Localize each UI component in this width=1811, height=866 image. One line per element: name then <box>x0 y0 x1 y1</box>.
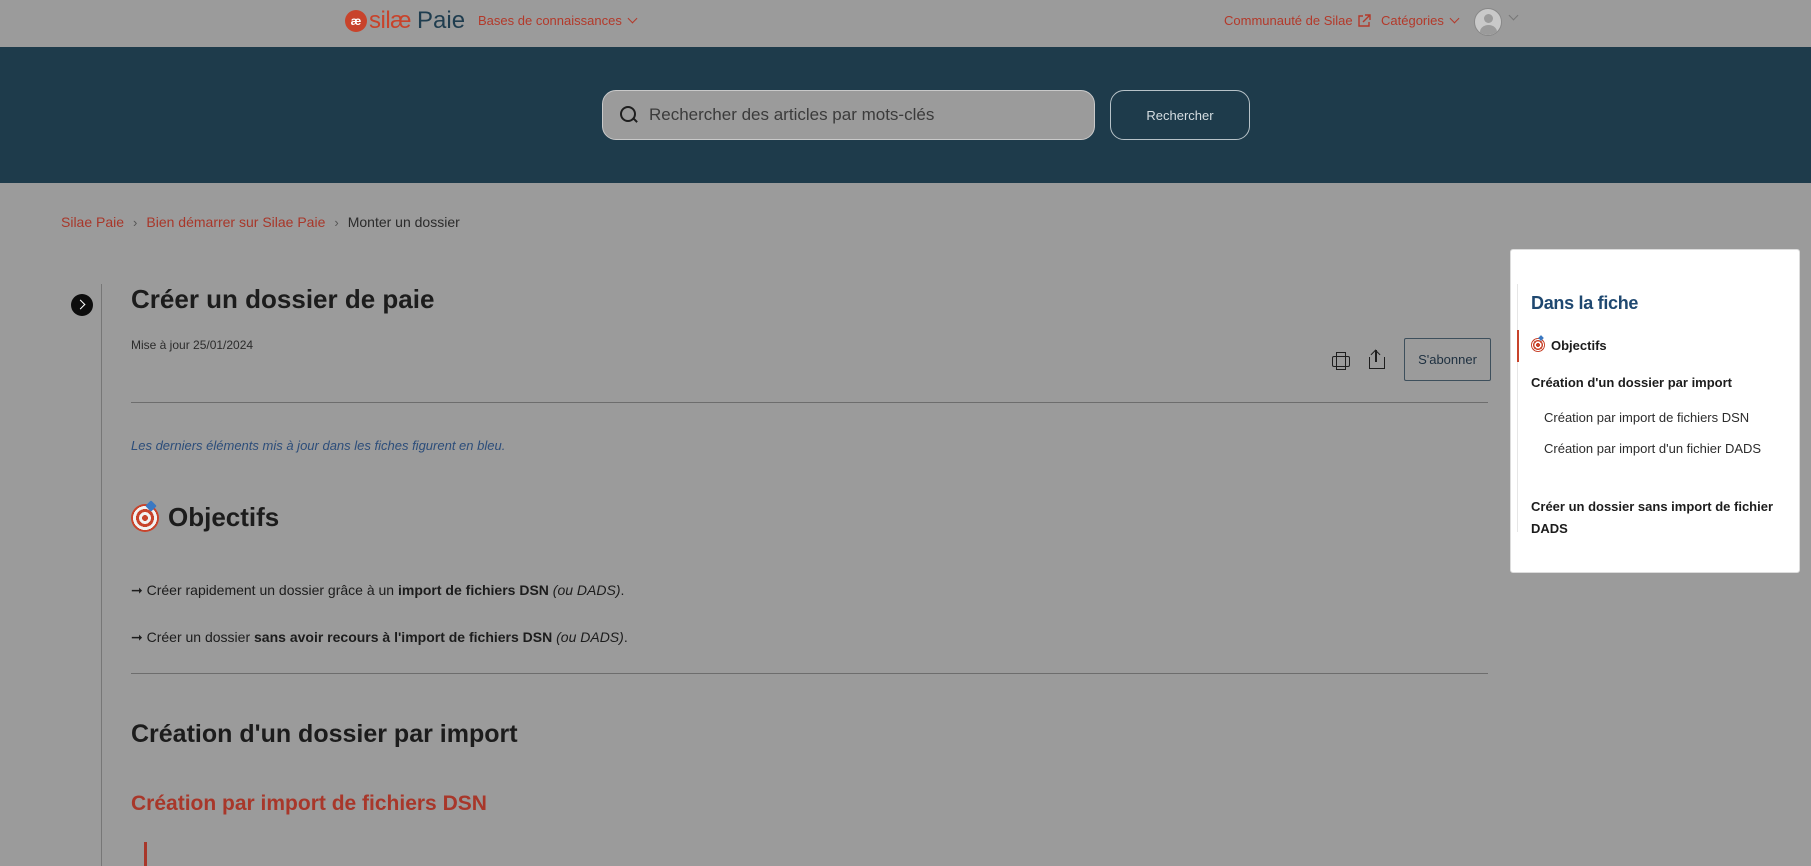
objectifs-title: Objectifs <box>168 502 280 532</box>
quote-bar <box>144 842 147 866</box>
community-link[interactable]: Communauté de Silae <box>1224 13 1371 28</box>
table-of-contents: Dans la fiche Objectifs Création d'un do… <box>1510 249 1800 573</box>
subscribe-button[interactable]: S'abonner <box>1404 338 1491 381</box>
arrow-icon: ➞ <box>131 582 143 598</box>
silae-paie-logo[interactable]: æ silæ Paie <box>345 7 466 34</box>
community-label: Communauté de Silae <box>1224 13 1353 28</box>
sidebar-toggle-button[interactable] <box>71 294 93 316</box>
update-note: Les derniers éléments mis à jour dans le… <box>131 438 506 453</box>
logo-mark-icon: æ <box>345 10 367 32</box>
article-title: Créer un dossier de paie <box>131 284 435 314</box>
search-box[interactable] <box>602 90 1095 140</box>
search-hero: Rechercher <box>0 47 1811 183</box>
breadcrumb-link-silae-paie[interactable]: Silae Paie <box>61 214 124 230</box>
chevron-down-icon <box>1449 13 1460 24</box>
share-icon[interactable] <box>1365 348 1389 372</box>
article-updated-date: Mise à jour 25/01/2024 <box>131 338 254 352</box>
print-icon[interactable] <box>1329 348 1353 372</box>
categories-label: Catégories <box>1381 13 1444 28</box>
toc-item-import-dsn[interactable]: Création par import de fichiers DSN <box>1544 410 1749 425</box>
target-icon <box>1531 338 1545 352</box>
breadcrumb: Silae Paie › Bien démarrer sur Silae Pai… <box>61 214 460 230</box>
divider <box>131 402 1488 403</box>
logo-paie-text: Paie <box>417 7 466 34</box>
top-navigation-bar: æ silæ Paie Bases de connaissances Commu… <box>0 0 1811 47</box>
chevron-down-icon[interactable] <box>1508 10 1519 21</box>
knowledge-bases-menu[interactable]: Bases de connaissances <box>478 13 638 28</box>
external-link-icon <box>1357 13 1371 27</box>
arrow-icon: ➞ <box>131 629 143 645</box>
objective-bullet-1: ➞ Créer rapidement un dossier grâce à un… <box>131 582 625 598</box>
objective-bullet-2: ➞ Créer un dossier sans avoir recours à … <box>131 629 628 645</box>
section-title: Création d'un dossier par import <box>131 720 518 748</box>
search-input[interactable] <box>649 105 1069 125</box>
toc-item-objectifs[interactable]: Objectifs <box>1531 338 1607 353</box>
categories-menu[interactable]: Catégories <box>1381 13 1460 28</box>
toc-item-sans-import[interactable]: Créer un dossier sans import de fichier … <box>1531 496 1791 540</box>
user-avatar[interactable] <box>1474 8 1502 36</box>
toc-active-indicator <box>1517 330 1519 362</box>
divider <box>131 673 1488 674</box>
chevron-down-icon <box>627 13 638 24</box>
search-button[interactable]: Rechercher <box>1110 90 1250 140</box>
breadcrumb-separator: › <box>334 214 339 230</box>
breadcrumb-link-bien-demarrer[interactable]: Bien démarrer sur Silae Paie <box>146 214 325 230</box>
objectifs-heading: Objectifs <box>131 502 279 533</box>
subsection-title: Création par import de fichiers DSN <box>131 792 487 815</box>
logo-silae-text: silæ <box>369 7 412 34</box>
breadcrumb-current: Monter un dossier <box>347 214 460 230</box>
toc-item-import-dads[interactable]: Création par import d'un fichier DADS <box>1544 438 1774 459</box>
article-actions: S'abonner <box>1329 338 1491 381</box>
target-icon <box>131 503 159 532</box>
toc-track <box>1517 284 1518 532</box>
breadcrumb-separator: › <box>133 214 138 230</box>
search-icon <box>619 105 639 125</box>
toc-item-creation-import[interactable]: Création d'un dossier par import <box>1531 375 1732 390</box>
toc-title: Dans la fiche <box>1531 293 1639 313</box>
sidebar-divider <box>101 284 102 866</box>
knowledge-bases-label: Bases de connaissances <box>478 13 622 28</box>
